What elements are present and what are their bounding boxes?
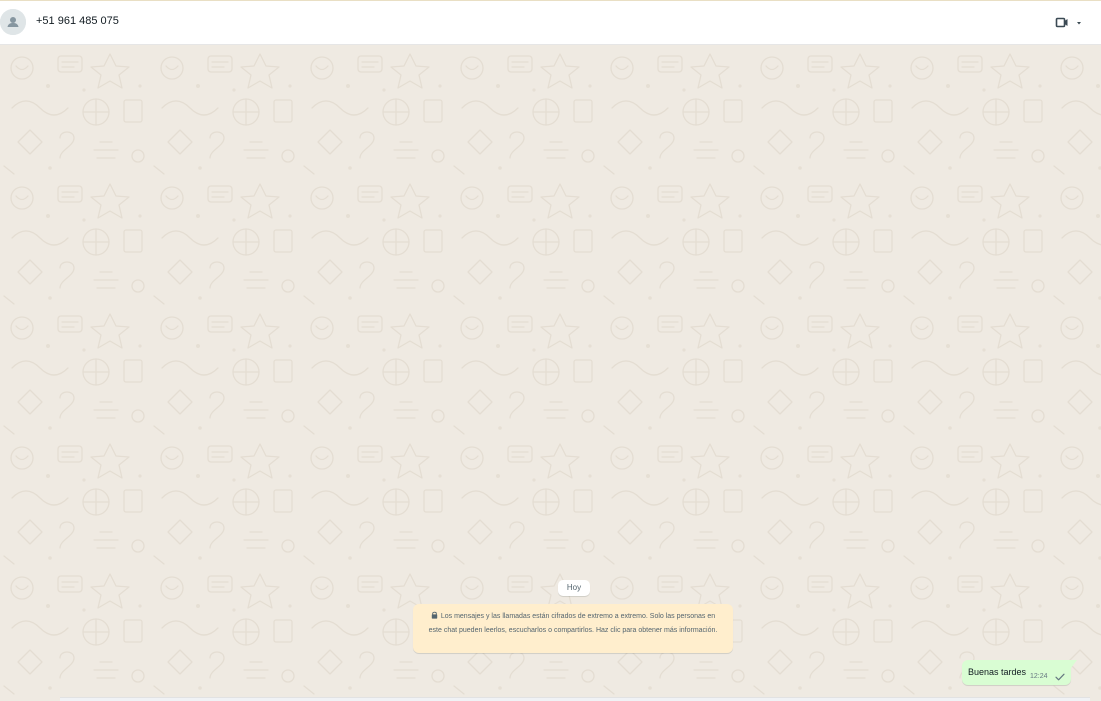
contact-avatar[interactable] [0,9,26,35]
message-composer[interactable] [60,697,1090,701]
video-call-button[interactable] [1052,13,1086,33]
chat-wallpaper [0,46,1101,701]
default-person-icon [0,9,26,35]
video-camera-icon [1055,17,1068,28]
encryption-notice[interactable]: Los mensajes y las llamadas están cifrad… [413,604,733,653]
day-divider: Hoy [558,580,590,596]
contact-name[interactable]: +51 961 485 075 [36,15,119,27]
lock-icon [431,611,438,619]
chat-header: +51 961 485 075 [0,1,1101,45]
outgoing-message[interactable]: Buenas tardes 12:24 [962,660,1077,685]
chevron-down-icon [1077,22,1081,25]
encryption-notice-text: Los mensajes y las llamadas están cifrad… [428,613,718,634]
chat-panel[interactable]: Hoy Los mensajes y las llamadas están ci… [0,46,1101,701]
message-text: Buenas tardes [968,667,1027,677]
single-check-icon [1055,673,1065,681]
message-time: 12:24 [1030,673,1048,680]
